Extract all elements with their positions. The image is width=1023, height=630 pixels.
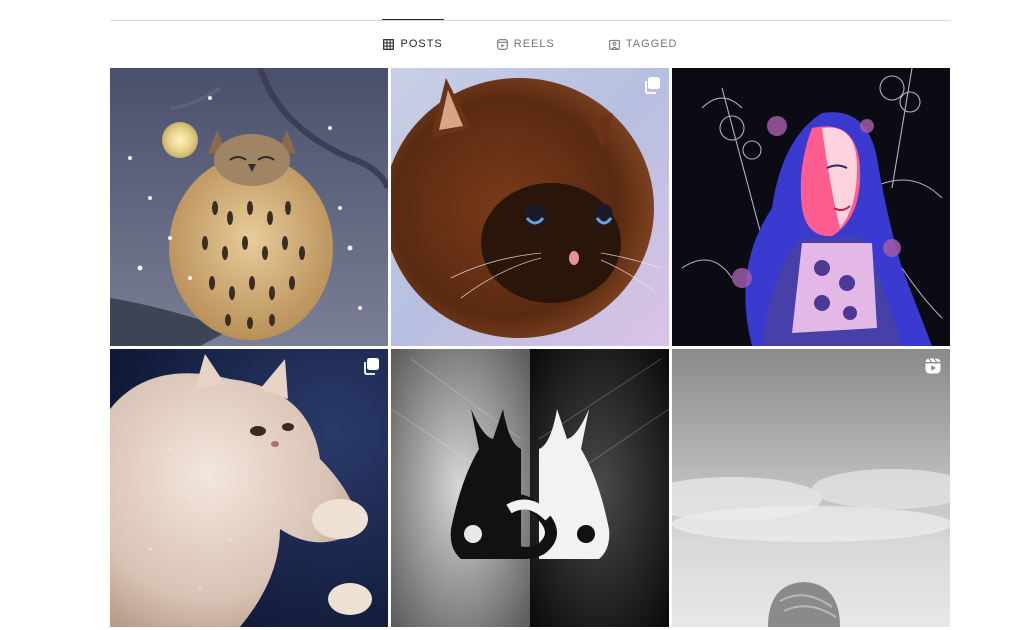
post-two-cats[interactable] [391, 349, 669, 627]
tagged-icon [608, 39, 620, 50]
post-white-cat[interactable] [110, 349, 388, 627]
reels-icon [496, 38, 508, 50]
post-woman-portrait[interactable] [672, 68, 950, 346]
profile-tabs: POSTS REELS TAGGED [110, 19, 951, 68]
posts-grid [110, 68, 951, 627]
owl-illustration [110, 68, 388, 346]
grey-landscape-illustration [672, 349, 950, 627]
post-grey-landscape[interactable] [672, 349, 950, 627]
tab-reels[interactable]: REELS [496, 20, 555, 68]
grid-icon [383, 38, 395, 50]
white-cat-illustration [110, 349, 388, 627]
tab-tagged-label: TAGGED [625, 38, 678, 50]
post-brown-cat[interactable] [391, 68, 669, 346]
tab-tagged[interactable]: TAGGED [608, 20, 678, 68]
brown-cat-illustration [391, 68, 669, 346]
two-cats-illustration [391, 349, 669, 627]
post-owl[interactable] [110, 68, 388, 346]
carousel-icon [362, 357, 380, 375]
tab-reels-label: REELS [513, 38, 555, 50]
tab-posts[interactable]: POSTS [382, 19, 445, 68]
carousel-icon [643, 76, 661, 94]
tab-posts-label: POSTS [400, 38, 443, 50]
reel-icon [924, 357, 942, 375]
woman-portrait-illustration [672, 68, 950, 346]
